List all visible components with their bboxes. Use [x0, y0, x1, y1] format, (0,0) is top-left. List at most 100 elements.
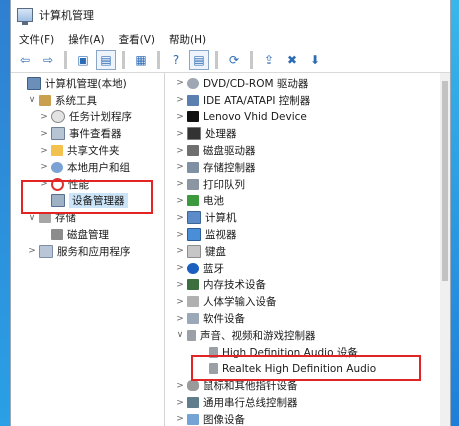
chevron-right-icon[interactable]: >	[175, 162, 185, 172]
chevron-right-icon[interactable]: >	[175, 196, 185, 206]
chevron-right-icon[interactable]: >	[175, 414, 185, 424]
show-hide-tree-button[interactable]: ▤	[96, 50, 116, 70]
tree-item-label: 存储控制器	[203, 161, 256, 174]
tree-item[interactable]: > 共享文件夹	[11, 142, 164, 159]
chevron-down-icon[interactable]: ∨	[175, 330, 185, 340]
chevron-right-icon[interactable]: >	[175, 146, 185, 156]
tree-item[interactable]: > 计算机	[165, 209, 450, 226]
tree-item-label: Realtek High Definition Audio	[222, 362, 377, 375]
tree-item[interactable]: > 磁盘驱动器	[165, 142, 450, 159]
mem-icon	[187, 279, 199, 291]
update-driver-icon: ⇪	[263, 53, 275, 67]
tree-item[interactable]: > 性能	[11, 176, 164, 193]
chevron-right-icon[interactable]: >	[175, 381, 185, 391]
show-hide-tree-icon: ▤	[100, 53, 112, 67]
tree-item[interactable]: > 键盘	[165, 243, 450, 260]
users-icon	[51, 161, 63, 173]
chevron-right-icon[interactable]: >	[39, 179, 49, 189]
chevron-right-icon[interactable]: >	[175, 78, 185, 88]
tree-item[interactable]: > 图像设备	[165, 411, 450, 426]
tree-item-label: 计算机	[205, 212, 237, 225]
tree-item[interactable]: > 任务计划程序	[11, 109, 164, 126]
up-folder-icon: ▣	[77, 53, 89, 67]
tree-item[interactable]: 磁盘管理	[11, 226, 164, 243]
tree-item[interactable]: > 存储控制器	[165, 159, 450, 176]
forward-button[interactable]: ⇨	[38, 50, 58, 70]
chevron-right-icon[interactable]: >	[175, 112, 185, 122]
vertical-scrollbar[interactable]	[440, 73, 450, 426]
properties-button[interactable]: ▦	[131, 50, 151, 70]
tree-item[interactable]: > 打印队列	[165, 176, 450, 193]
toolbar-separator	[215, 51, 218, 69]
tree-item[interactable]: > 内存技术设备	[165, 277, 450, 294]
chevron-right-icon[interactable]: >	[175, 280, 185, 290]
pc-icon	[187, 211, 201, 225]
mouse-icon	[187, 380, 199, 392]
menu-item[interactable]: 查看(V)	[117, 31, 157, 48]
menu-item[interactable]: 文件(F)	[17, 31, 56, 48]
uninstall-icon: ✖	[286, 53, 298, 67]
tree-item[interactable]: > 事件查看器	[11, 125, 164, 142]
tree-item-label: High Definition Audio 设备	[222, 346, 358, 359]
chevron-right-icon[interactable]: >	[27, 246, 37, 256]
tree-item[interactable]: ∨ 存储	[11, 209, 164, 226]
title-bar[interactable]: 计算机管理	[11, 0, 450, 30]
sound-icon	[187, 329, 196, 341]
chevron-right-icon[interactable]: >	[39, 146, 49, 156]
scan-hardware-button[interactable]: ⟳	[224, 50, 244, 70]
tree-item[interactable]: > 人体学输入设备	[165, 293, 450, 310]
tree-item[interactable]: 设备管理器	[11, 193, 164, 210]
chevron-right-icon[interactable]: >	[175, 314, 185, 324]
tree-item[interactable]: > 电池	[165, 193, 450, 210]
tree-item[interactable]: Realtek High Definition Audio	[165, 361, 450, 378]
tree-item[interactable]: High Definition Audio 设备	[165, 344, 450, 361]
tree-item-label: 共享文件夹	[67, 145, 120, 158]
tree-item[interactable]: > 鼠标和其他指针设备	[165, 377, 450, 394]
chevron-right-icon[interactable]: >	[175, 95, 185, 105]
tree-item[interactable]: ∨ 声音、视频和游戏控制器	[165, 327, 450, 344]
tree-item[interactable]: > 服务和应用程序	[11, 243, 164, 260]
chevron-right-icon[interactable]: >	[39, 112, 49, 122]
up-folder-button[interactable]: ▣	[73, 50, 93, 70]
chevron-down-icon[interactable]: ∨	[27, 95, 37, 105]
enable-device-button[interactable]: ⬇	[305, 50, 325, 70]
tree-item[interactable]: > 本地用户和组	[11, 159, 164, 176]
tree-item-label: 事件查看器	[69, 128, 122, 141]
printq-icon	[187, 178, 199, 190]
chevron-right-icon[interactable]: >	[175, 297, 185, 307]
chevron-right-icon[interactable]: >	[39, 162, 49, 172]
chevron-right-icon[interactable]: >	[175, 129, 185, 139]
tree-item[interactable]: 计算机管理(本地)	[11, 75, 164, 92]
tree-item[interactable]: > IDE ATA/ATAPI 控制器	[165, 92, 450, 109]
tree-item[interactable]: > DVD/CD-ROM 驱动器	[165, 75, 450, 92]
tree-item[interactable]: > 处理器	[165, 125, 450, 142]
tree-item[interactable]: > 软件设备	[165, 310, 450, 327]
storage-icon	[39, 212, 51, 224]
tree-item[interactable]: > 蓝牙	[165, 260, 450, 277]
chevron-right-icon[interactable]: >	[175, 213, 185, 223]
battery-icon	[187, 195, 199, 207]
chevron-right-icon[interactable]: >	[175, 179, 185, 189]
scrollbar-thumb[interactable]	[442, 81, 448, 281]
menu-item[interactable]: 操作(A)	[66, 31, 106, 48]
help-button[interactable]: ?	[166, 50, 186, 70]
chevron-right-icon[interactable]: >	[39, 129, 49, 139]
tree-item-label: 本地用户和组	[67, 161, 130, 174]
sound-icon	[209, 363, 218, 375]
chevron-right-icon[interactable]: >	[175, 246, 185, 256]
menu-item[interactable]: 帮助(H)	[167, 31, 208, 48]
chevron-right-icon[interactable]: >	[175, 263, 185, 273]
tree-item[interactable]: > Lenovo Vhid Device	[165, 109, 450, 126]
chevron-right-icon[interactable]: >	[175, 398, 185, 408]
back-button[interactable]: ⇦	[15, 50, 35, 70]
chevron-down-icon[interactable]: ∨	[27, 213, 37, 223]
tree-item[interactable]: > 监视器	[165, 226, 450, 243]
chevron-right-icon[interactable]: >	[175, 230, 185, 240]
uninstall-button[interactable]: ✖	[282, 50, 302, 70]
view-button[interactable]: ▤	[189, 50, 209, 70]
update-driver-button[interactable]: ⇪	[259, 50, 279, 70]
tree-item[interactable]: ∨ 系统工具	[11, 92, 164, 109]
tree-item[interactable]: > 通用串行总线控制器	[165, 394, 450, 411]
cpu-icon	[187, 127, 201, 141]
tree-item-label: IDE ATA/ATAPI 控制器	[203, 94, 311, 107]
